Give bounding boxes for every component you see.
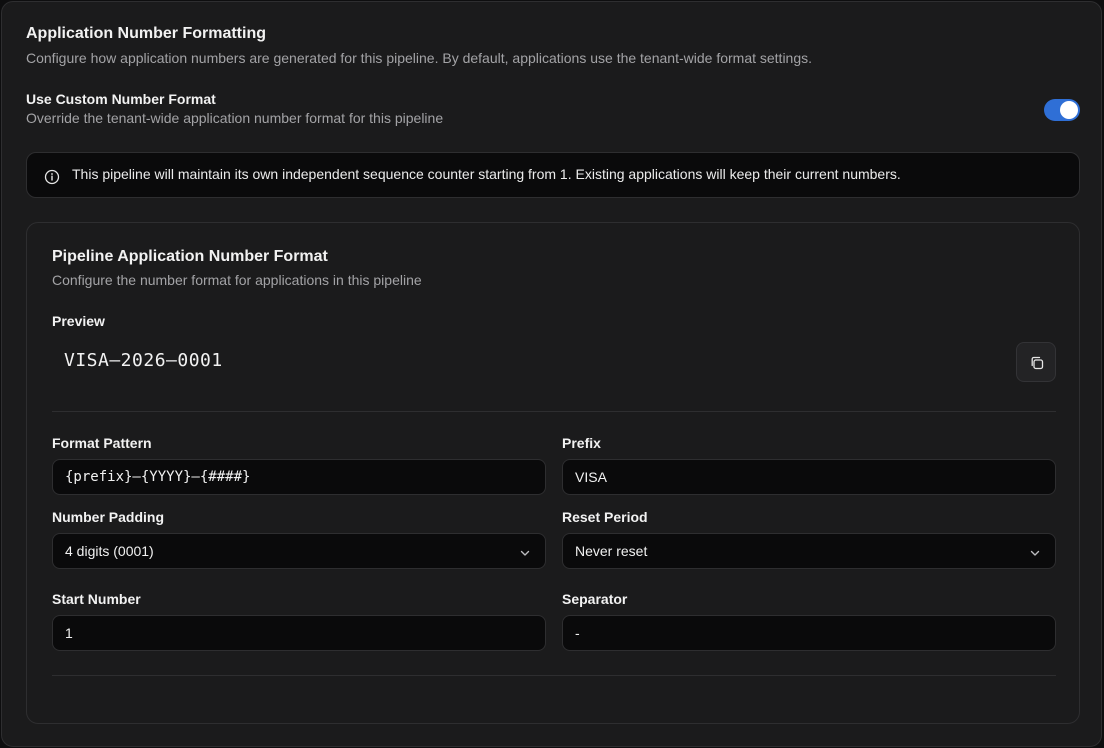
divider bbox=[52, 675, 1056, 676]
format-pattern-input[interactable]: {prefix}–{YYYY}–{####} bbox=[52, 459, 546, 495]
copy-button[interactable] bbox=[1016, 342, 1056, 382]
section-description: Configure how application numbers are ge… bbox=[26, 50, 813, 66]
custom-format-toggle[interactable] bbox=[1044, 99, 1080, 121]
preview-value: VISA–2026–0001 bbox=[64, 350, 223, 371]
prefix-label: Prefix bbox=[562, 435, 601, 451]
start-number-input[interactable]: 1 bbox=[52, 615, 546, 651]
copy-icon bbox=[1031, 356, 1044, 370]
number-padding-value: 4 digits (0001) bbox=[65, 543, 154, 559]
format-pattern-label: Format Pattern bbox=[52, 435, 152, 451]
number-padding-label: Number Padding bbox=[52, 509, 165, 525]
section-title: Application Number Formatting bbox=[26, 25, 266, 42]
custom-format-description: Override the tenant-wide application num… bbox=[26, 110, 444, 126]
format-card: Pipeline Application Number Format Confi… bbox=[26, 222, 1080, 724]
start-number-label: Start Number bbox=[52, 591, 141, 607]
chevron-down-icon bbox=[520, 550, 530, 556]
info-circle-icon bbox=[44, 169, 60, 185]
toggle-knob bbox=[1060, 101, 1078, 119]
chevron-down-icon bbox=[1030, 550, 1040, 556]
reset-period-value: Never reset bbox=[575, 543, 648, 559]
divider bbox=[52, 411, 1056, 412]
reset-period-select[interactable]: Never reset bbox=[562, 533, 1056, 569]
reset-period-label: Reset Period bbox=[562, 509, 648, 525]
preview-label: Preview bbox=[52, 313, 105, 329]
info-alert: This pipeline will maintain its own inde… bbox=[26, 152, 1080, 198]
card-title: Pipeline Application Number Format bbox=[52, 248, 328, 265]
number-formatting-panel: Application Number Formatting Configure … bbox=[1, 1, 1102, 747]
separator-label: Separator bbox=[562, 591, 628, 607]
number-padding-select[interactable]: 4 digits (0001) bbox=[52, 533, 546, 569]
prefix-input[interactable]: VISA bbox=[562, 459, 1056, 495]
custom-format-title: Use Custom Number Format bbox=[26, 91, 216, 107]
info-text: This pipeline will maintain its own inde… bbox=[72, 166, 901, 182]
card-description: Configure the number format for applicat… bbox=[52, 272, 422, 288]
separator-input[interactable]: - bbox=[562, 615, 1056, 651]
